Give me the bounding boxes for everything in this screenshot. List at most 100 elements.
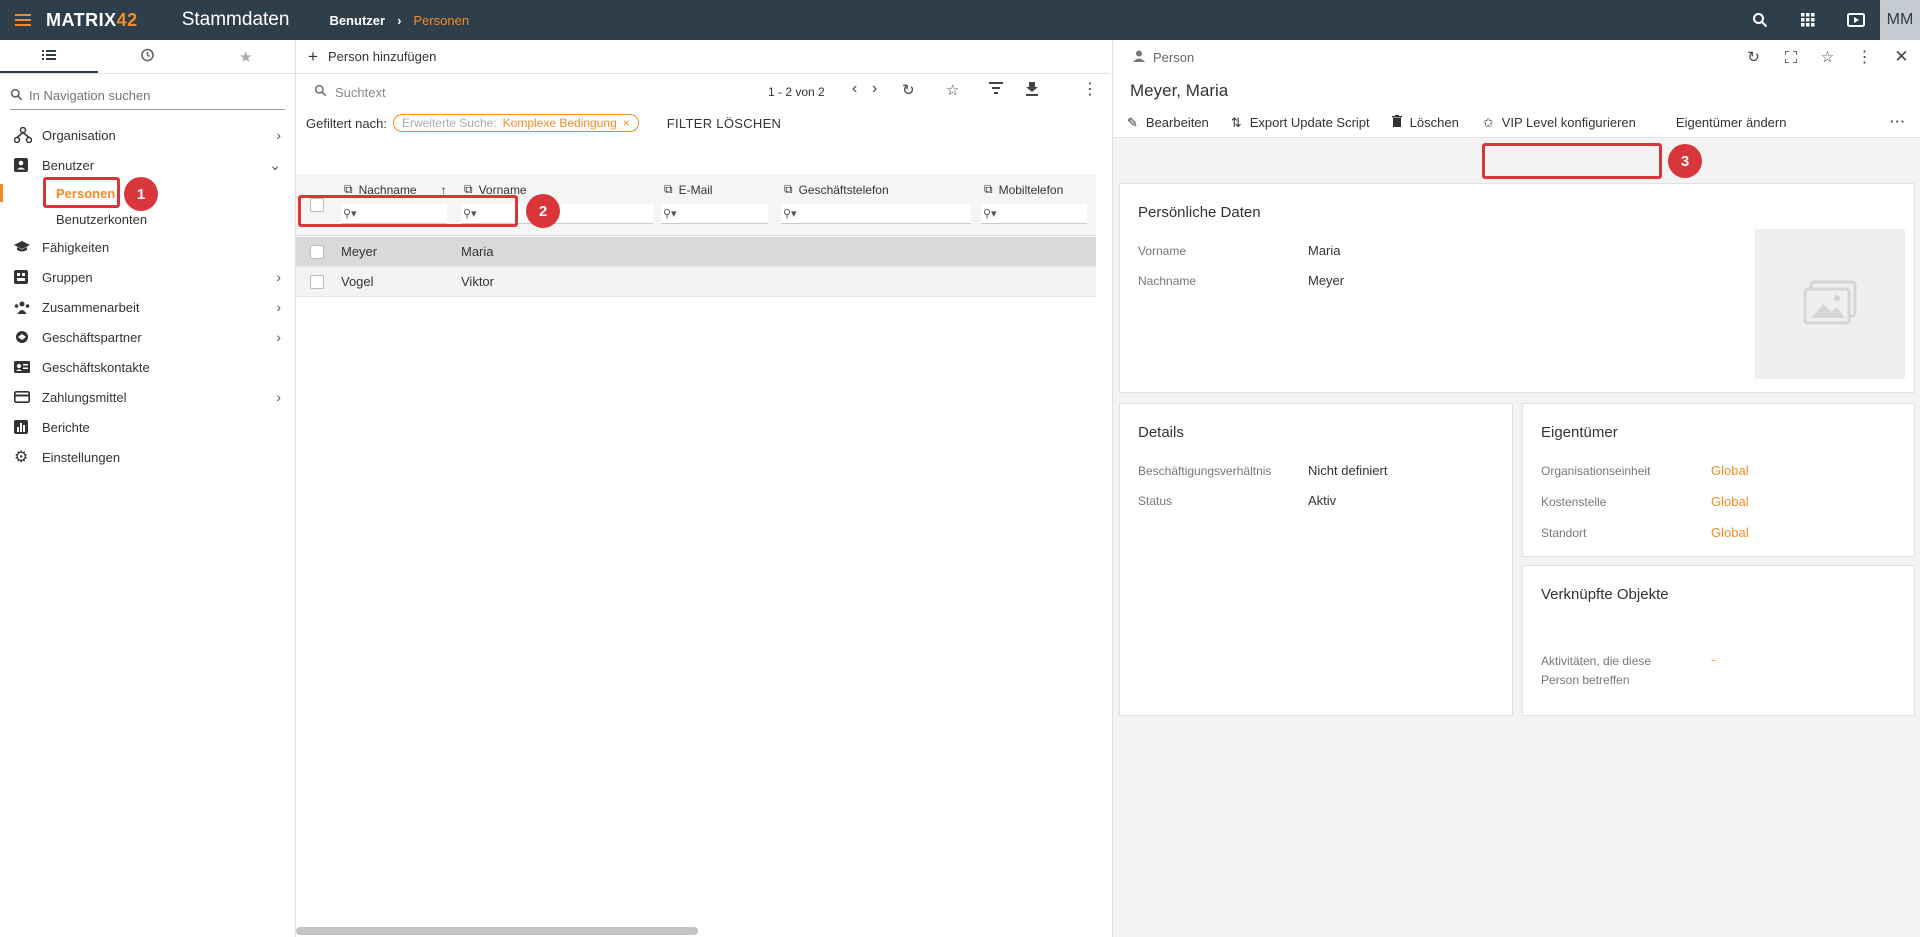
- contact-card-icon: [14, 361, 32, 373]
- table-row[interactable]: Meyer Maria: [296, 237, 1096, 267]
- column-email[interactable]: ⧉ E-Mail: [664, 182, 713, 197]
- sidebar-item-gruppen[interactable]: Gruppen ›: [0, 262, 295, 292]
- more-vertical-icon[interactable]: ⋮: [1082, 79, 1098, 99]
- list-search-input[interactable]: Suchtext: [335, 85, 386, 100]
- video-play-icon[interactable]: [1832, 0, 1880, 40]
- table-row[interactable]: Vogel Viktor: [296, 267, 1096, 297]
- owner-link-standort[interactable]: Global: [1711, 525, 1749, 540]
- star-outline-icon[interactable]: ☆: [946, 81, 959, 99]
- field-value: Meyer: [1308, 273, 1345, 288]
- breadcrumb-benutzer[interactable]: Benutzer: [329, 13, 385, 28]
- column-mobiltelefon[interactable]: ⧉ Mobiltelefon: [984, 182, 1063, 197]
- detail-header: Person ↻ ☆ ⋮ ✕: [1113, 40, 1920, 74]
- search-icon[interactable]: [1736, 0, 1784, 40]
- detail-title: Meyer, Maria: [1113, 74, 1920, 108]
- owner-link-kostenstelle[interactable]: Global: [1711, 494, 1749, 509]
- chevron-left-icon[interactable]: ‹: [852, 80, 857, 98]
- owner-card: Eigentümer Organisationseinheit Global K…: [1522, 403, 1915, 557]
- tab-favorites[interactable]: ★: [197, 40, 295, 73]
- menu-icon[interactable]: [0, 0, 46, 40]
- clear-filter-button[interactable]: FILTER LÖSCHEN: [667, 116, 781, 131]
- owner-link-organisationseinheit[interactable]: Global: [1711, 463, 1749, 478]
- tab-list[interactable]: [0, 40, 99, 73]
- sidebar-item-einstellungen[interactable]: ⚙ Einstellungen: [0, 442, 295, 472]
- image-icon: [1803, 280, 1857, 329]
- filter-chip[interactable]: Erweiterte Suche: Komplexe Bedingung ×: [392, 114, 639, 132]
- cell-nachname: Vogel: [341, 274, 374, 289]
- sidebar-item-zahlungsmittel[interactable]: Zahlungsmittel ›: [0, 382, 295, 412]
- more-vertical-icon[interactable]: ⋮: [1846, 40, 1883, 74]
- sidebar-item-label: Zahlungsmittel: [42, 389, 127, 405]
- column-label: E-Mail: [678, 182, 713, 197]
- sidebar-item-benutzer[interactable]: Benutzer ⌄: [0, 150, 295, 180]
- export-label: Export Update Script: [1249, 115, 1370, 130]
- filter-icon[interactable]: [989, 82, 1003, 97]
- sidebar-item-geschaeftskontakte[interactable]: Geschäftskontakte: [0, 352, 295, 382]
- row-checkbox[interactable]: [310, 275, 324, 289]
- plus-icon: +: [308, 46, 318, 66]
- personal-data-heading: Persönliche Daten: [1138, 204, 1261, 221]
- sidebar-item-label: Zusammenarbeit: [42, 299, 140, 315]
- app-title: Stammdaten: [181, 9, 290, 30]
- refresh-icon[interactable]: ↻: [902, 81, 915, 99]
- chevron-right-icon: ›: [276, 299, 281, 315]
- horizontal-scrollbar[interactable]: [296, 927, 698, 935]
- tab-history[interactable]: [98, 40, 196, 73]
- search-icon: [314, 84, 327, 100]
- add-person-button[interactable]: + Person hinzufügen: [296, 40, 1109, 74]
- personal-data-card: Persönliche Daten Vorname Maria Nachname…: [1119, 183, 1915, 393]
- cell-vorname: Maria: [461, 244, 494, 259]
- sidebar-item-label: Geschäftspartner: [42, 329, 142, 345]
- apps-grid-icon[interactable]: [1784, 0, 1832, 40]
- field-value: Nicht definiert: [1308, 463, 1388, 478]
- history-icon: [140, 48, 155, 65]
- vip-level-label: VIP Level konfigurieren: [1501, 115, 1636, 130]
- search-icon: [10, 88, 23, 104]
- fullscreen-icon[interactable]: [1772, 40, 1809, 74]
- nav-search[interactable]: [10, 82, 285, 110]
- sidebar-item-organisation[interactable]: Organisation ›: [0, 120, 295, 150]
- column-filter-mobiltelefon[interactable]: ⚲▾: [981, 204, 1087, 224]
- graduation-cap-icon: [14, 241, 32, 253]
- export-update-script-button[interactable]: ⇅ Export Update Script: [1231, 115, 1370, 131]
- more-horizontal-icon[interactable]: ···: [1890, 114, 1906, 129]
- row-checkbox[interactable]: [310, 245, 324, 259]
- field-label: Status: [1138, 494, 1173, 508]
- refresh-icon[interactable]: ↻: [1735, 40, 1772, 74]
- column-filter-email[interactable]: ⚲▾: [661, 204, 768, 224]
- close-icon[interactable]: ✕: [1883, 40, 1920, 74]
- sidebar-item-faehigkeiten[interactable]: Fähigkeiten: [0, 232, 295, 262]
- sidebar-item-zusammenarbeit[interactable]: Zusammenarbeit ›: [0, 292, 295, 322]
- sidebar-subitem-benutzerkonten[interactable]: Benutzerkonten: [0, 206, 295, 232]
- owner-heading: Eigentümer: [1541, 424, 1618, 441]
- vip-level-button[interactable]: ✩ VIP Level konfigurieren: [1483, 115, 1636, 131]
- chevron-right-icon[interactable]: ›: [872, 80, 877, 98]
- highlight-box-personen: [43, 177, 120, 208]
- column-geschaeftstelefon[interactable]: ⧉ Geschäftstelefon: [784, 182, 889, 197]
- sidebar-item-geschaeftspartner[interactable]: Geschäftspartner ›: [0, 322, 295, 352]
- star-outline-icon[interactable]: ☆: [1809, 40, 1846, 74]
- credit-card-icon: [14, 391, 32, 403]
- star-icon: ★: [239, 48, 253, 66]
- groups-icon: [14, 270, 32, 284]
- column-filter-geschaeftstelefon[interactable]: ⚲▾: [781, 204, 971, 224]
- field-label: Kostenstelle: [1541, 495, 1607, 509]
- nav-search-input[interactable]: [29, 88, 269, 103]
- delete-button[interactable]: Löschen: [1391, 115, 1459, 130]
- close-icon[interactable]: ×: [623, 116, 630, 130]
- change-owner-button[interactable]: Eigentümer ändern: [1676, 115, 1787, 130]
- sidebar-item-berichte[interactable]: Berichte: [0, 412, 295, 442]
- chevron-right-icon: ›: [276, 127, 281, 143]
- list-toolbar: Suchtext 1 - 2 von 2 ‹ › ↻ ☆ ⋮: [296, 74, 1109, 110]
- breadcrumb: Benutzer › Personen: [329, 13, 469, 28]
- chevron-right-icon: ›: [397, 12, 402, 28]
- field-value[interactable]: -: [1711, 652, 1715, 667]
- organisation-icon: [14, 127, 32, 143]
- download-icon[interactable]: [1026, 82, 1038, 99]
- filter-row: Gefiltert nach: Erweiterte Suche: Komple…: [296, 110, 1109, 136]
- photo-placeholder[interactable]: [1755, 229, 1905, 379]
- edit-button[interactable]: ✎ Bearbeiten: [1127, 115, 1209, 131]
- avatar[interactable]: MM: [1880, 0, 1920, 40]
- sidebar-item-label: Geschäftskontakte: [42, 359, 150, 375]
- pencil-icon: ✎: [1127, 114, 1138, 130]
